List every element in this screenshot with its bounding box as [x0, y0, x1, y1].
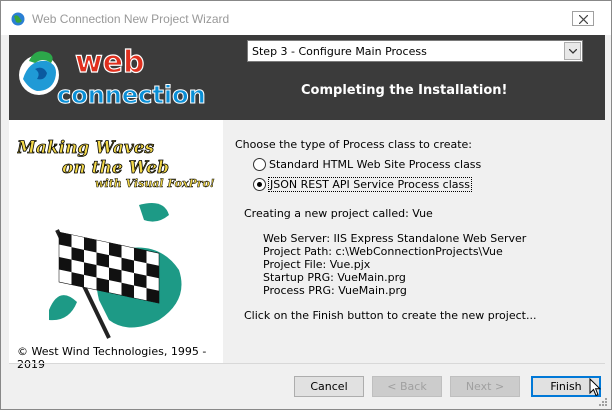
detail-process-prg: Process PRG: VueMain.prg — [263, 284, 407, 297]
step-select-value: Step 3 - Configure Main Process — [252, 45, 427, 58]
detail-project-file: Project File: Vue.pjx — [263, 258, 371, 271]
header-banner: web connection Step 3 - Configure Main P… — [9, 35, 605, 120]
tagline-graphic: Making Waves on the Web with Visual FoxP… — [17, 138, 215, 191]
radio-button-selected[interactable] — [253, 177, 266, 191]
wizard-window: Web Connection New Project Wizard web co… — [0, 0, 612, 410]
close-button[interactable] — [572, 11, 594, 26]
title-bar: Web Connection New Project Wizard — [1, 1, 611, 35]
main-content: Choose the type of Process class to crea… — [223, 120, 605, 363]
radio-label-json-rest-api[interactable]: JSON REST API Service Process class — [268, 176, 472, 192]
svg-text:connection: connection — [57, 81, 206, 109]
cancel-button[interactable]: Cancel — [294, 376, 364, 397]
tagline-line3: with Visual FoxPro! — [95, 177, 215, 190]
mouse-cursor-icon — [589, 378, 601, 397]
project-details: Web Server: IIS Express Standalone Web S… — [263, 232, 526, 297]
chevron-down-icon — [569, 49, 577, 54]
next-button[interactable]: Next > — [450, 376, 520, 397]
close-icon — [579, 15, 588, 24]
tagline-line2: on the Web — [62, 158, 169, 178]
window-title: Web Connection New Project Wizard — [32, 12, 230, 26]
tagline-line1: Making Waves — [17, 138, 155, 158]
process-type-prompt: Choose the type of Process class to crea… — [235, 138, 473, 151]
checkered-flag-graphic — [49, 202, 182, 339]
copyright-text: © West Wind Technologies, 1995 - 2019 — [17, 345, 207, 371]
radio-button[interactable] — [253, 157, 266, 171]
globe-icon — [11, 12, 25, 26]
finish-hint-text: Click on the Finish button to create the… — [244, 309, 537, 322]
step-select-dropdown-button[interactable] — [564, 42, 581, 60]
radio-label-standard-html[interactable]: Standard HTML Web Site Process class — [269, 158, 481, 171]
detail-startup-prg: Startup PRG: VueMain.prg — [263, 271, 406, 284]
creating-project-text: Creating a new project called: Vue — [244, 207, 433, 220]
step-select[interactable]: Step 3 - Configure Main Process — [247, 40, 583, 62]
detail-web-server: Web Server: IIS Express Standalone Web S… — [263, 232, 527, 245]
footer-divider — [9, 363, 605, 364]
back-button[interactable]: < Back — [372, 376, 442, 397]
detail-project-path: Project Path: c:\WebConnectionProjects\V… — [263, 245, 503, 258]
resize-grip-icon[interactable] — [598, 397, 608, 407]
page-heading: Completing the Installation! — [301, 83, 508, 98]
radio-json-rest-api[interactable]: JSON REST API Service Process class — [253, 176, 472, 192]
radio-standard-html[interactable]: Standard HTML Web Site Process class — [253, 156, 481, 172]
left-art-panel: Making Waves on the Web with Visual FoxP… — [9, 120, 223, 371]
web-connection-logo: web connection — [19, 44, 206, 110]
svg-text:web: web — [75, 45, 145, 80]
